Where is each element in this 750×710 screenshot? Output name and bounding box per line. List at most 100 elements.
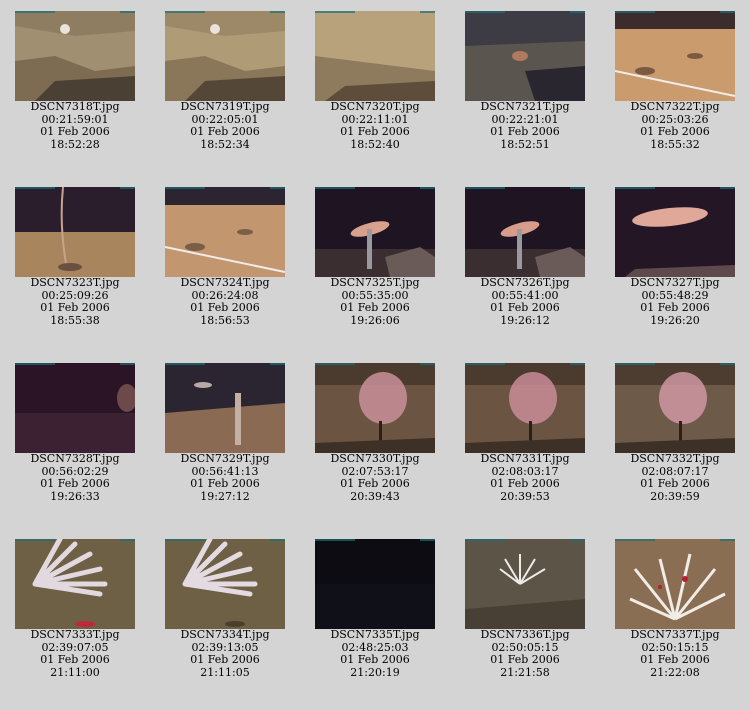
thumbnail-date: 01 Feb 2006 [340, 477, 410, 490]
thumbnail-cell: DSCN7325T.jpg 00:55:35:00 01 Feb 2006 19:26… [300, 187, 450, 327]
thumbnail-cell: DSCN7319T.jpg 00:22:05:01 01 Feb 2006 18:52… [150, 11, 300, 151]
thumbnail-cell: DSCN7335T.jpg 02:48:25:03 01 Feb 2006 21:20… [300, 539, 450, 679]
thumbnail-filename: DSCN7322T.jpg [630, 100, 720, 113]
thumbnail-caption: DSCN7318T.jpg 00:21:59:01 01 Feb 2006 18:52… [0, 100, 150, 151]
thumbnail-filename: DSCN7321T.jpg [480, 100, 570, 113]
thumbnail-time: 18:52:40 [350, 137, 400, 151]
thumbnail-caption: DSCN7326T.jpg 00:55:41:00 01 Feb 2006 19:26… [450, 276, 600, 327]
thumbnail-cell: DSCN7324T.jpg 00:26:24:08 01 Feb 2006 18:56… [150, 187, 300, 327]
thumbnail-time: 21:22:08 [650, 665, 700, 679]
thumbnail-cell: DSCN7331T.jpg 02:08:03:17 01 Feb 2006 20:39… [450, 363, 600, 503]
thumbnail-cell: DSCN7336T.jpg 02:50:05:15 01 Feb 2006 21:21… [450, 539, 600, 679]
thumbnail-cell: DSCN7322T.jpg 00:25:03:26 01 Feb 2006 18:55… [600, 11, 750, 151]
thumbnail-image[interactable] [615, 187, 735, 277]
thumbnail-image[interactable] [315, 187, 435, 277]
thumbnail-filename: DSCN7327T.jpg [630, 276, 720, 289]
thumbnail-image[interactable] [315, 11, 435, 101]
thumbnail-cell: DSCN7326T.jpg 00:55:41:00 01 Feb 2006 19:26… [450, 187, 600, 327]
thumbnail-time: 18:52:51 [500, 137, 550, 151]
thumbnail-date: 01 Feb 2006 [490, 653, 560, 666]
thumbnail-filename: DSCN7329T.jpg [180, 452, 270, 465]
thumbnail-filename: DSCN7334T.jpg [180, 628, 270, 641]
thumbnail-image[interactable] [615, 363, 735, 453]
thumbnail-date: 01 Feb 2006 [40, 301, 110, 314]
thumbnail-filename: DSCN7319T.jpg [180, 100, 270, 113]
thumbnail-date: 01 Feb 2006 [190, 301, 260, 314]
thumbnail-cell: DSCN7323T.jpg 00:25:09:26 01 Feb 2006 18:55… [0, 187, 150, 327]
thumbnail-filename: DSCN7323T.jpg [30, 276, 120, 289]
thumbnail-filename: DSCN7320T.jpg [330, 100, 420, 113]
thumbnail-time: 20:39:53 [500, 489, 550, 503]
thumbnail-time: 18:56:53 [200, 313, 250, 327]
thumbnail-date: 01 Feb 2006 [490, 301, 560, 314]
thumbnail-image[interactable] [465, 539, 585, 629]
thumbnail-image[interactable] [465, 187, 585, 277]
thumbnail-image[interactable] [165, 11, 285, 101]
thumbnail-filename: DSCN7330T.jpg [330, 452, 420, 465]
thumbnail-cell: DSCN7321T.jpg 00:22:21:01 01 Feb 2006 18:52… [450, 11, 600, 151]
thumbnail-date: 01 Feb 2006 [40, 653, 110, 666]
thumbnail-caption: DSCN7334T.jpg 02:39:13:05 01 Feb 2006 21:11… [150, 628, 300, 679]
thumbnail-time: 19:27:12 [200, 489, 250, 503]
thumbnail-date: 01 Feb 2006 [190, 653, 260, 666]
thumbnail-date: 01 Feb 2006 [640, 301, 710, 314]
thumbnail-image[interactable] [15, 187, 135, 277]
thumbnail-time: 18:55:38 [50, 313, 100, 327]
thumbnail-filename: DSCN7324T.jpg [180, 276, 270, 289]
thumbnail-caption: DSCN7336T.jpg 02:50:05:15 01 Feb 2006 21:21… [450, 628, 600, 679]
thumbnail-filename: DSCN7328T.jpg [30, 452, 120, 465]
thumbnail-image[interactable] [615, 11, 735, 101]
thumbnail-image[interactable] [165, 363, 285, 453]
thumbnail-filename: DSCN7335T.jpg [330, 628, 420, 641]
thumbnail-image[interactable] [165, 539, 285, 629]
thumbnail-filename: DSCN7326T.jpg [480, 276, 570, 289]
thumbnail-time: 19:26:06 [350, 313, 400, 327]
thumbnail-grid: DSCN7318T.jpg 00:21:59:01 01 Feb 2006 18:52… [0, 0, 750, 710]
thumbnail-cell: DSCN7334T.jpg 02:39:13:05 01 Feb 2006 21:11… [150, 539, 300, 679]
thumbnail-date: 01 Feb 2006 [40, 477, 110, 490]
thumbnail-date: 01 Feb 2006 [190, 477, 260, 490]
thumbnail-image[interactable] [465, 11, 585, 101]
thumbnail-caption: DSCN7330T.jpg 02:07:53:17 01 Feb 2006 20:39… [300, 452, 450, 503]
thumbnail-caption: DSCN7323T.jpg 00:25:09:26 01 Feb 2006 18:55… [0, 276, 150, 327]
thumbnail-image[interactable] [15, 11, 135, 101]
thumbnail-caption: DSCN7332T.jpg 02:08:07:17 01 Feb 2006 20:39… [600, 452, 750, 503]
thumbnail-cell: DSCN7330T.jpg 02:07:53:17 01 Feb 2006 20:39… [300, 363, 450, 503]
thumbnail-date: 01 Feb 2006 [640, 477, 710, 490]
thumbnail-time: 21:21:58 [500, 665, 550, 679]
thumbnail-image[interactable] [15, 363, 135, 453]
thumbnail-caption: DSCN7321T.jpg 00:22:21:01 01 Feb 2006 18:52… [450, 100, 600, 151]
thumbnail-date: 01 Feb 2006 [340, 301, 410, 314]
thumbnail-filename: DSCN7318T.jpg [30, 100, 120, 113]
thumbnail-time: 18:52:34 [200, 137, 250, 151]
thumbnail-caption: DSCN7325T.jpg 00:55:35:00 01 Feb 2006 19:26… [300, 276, 450, 327]
thumbnail-time: 19:26:33 [50, 489, 100, 503]
thumbnail-time: 21:11:05 [200, 665, 250, 679]
thumbnail-image[interactable] [15, 539, 135, 629]
thumbnail-date: 01 Feb 2006 [490, 477, 560, 490]
thumbnail-image[interactable] [465, 363, 585, 453]
thumbnail-time: 18:52:28 [50, 137, 100, 151]
thumbnail-time: 19:26:12 [500, 313, 550, 327]
thumbnail-filename: DSCN7332T.jpg [630, 452, 720, 465]
thumbnail-caption: DSCN7328T.jpg 00:56:02:29 01 Feb 2006 19:26… [0, 452, 150, 503]
thumbnail-time: 21:11:00 [50, 665, 100, 679]
thumbnail-image[interactable] [315, 363, 435, 453]
thumbnail-caption: DSCN7337T.jpg 02:50:15:15 01 Feb 2006 21:22… [600, 628, 750, 679]
thumbnail-date: 01 Feb 2006 [640, 125, 710, 138]
thumbnail-cell: DSCN7332T.jpg 02:08:07:17 01 Feb 2006 20:39… [600, 363, 750, 503]
thumbnail-image[interactable] [165, 187, 285, 277]
thumbnail-cell: DSCN7329T.jpg 00:56:41:13 01 Feb 2006 19:27… [150, 363, 300, 503]
thumbnail-caption: DSCN7331T.jpg 02:08:03:17 01 Feb 2006 20:39… [450, 452, 600, 503]
thumbnail-time: 20:39:59 [650, 489, 700, 503]
thumbnail-caption: DSCN7333T.jpg 02:39:07:05 01 Feb 2006 21:11… [0, 628, 150, 679]
thumbnail-date: 01 Feb 2006 [340, 125, 410, 138]
thumbnail-cell: DSCN7320T.jpg 00:22:11:01 01 Feb 2006 18:52… [300, 11, 450, 151]
thumbnail-date: 01 Feb 2006 [490, 125, 560, 138]
thumbnail-date: 01 Feb 2006 [190, 125, 260, 138]
thumbnail-caption: DSCN7335T.jpg 02:48:25:03 01 Feb 2006 21:20… [300, 628, 450, 679]
thumbnail-image[interactable] [615, 539, 735, 629]
thumbnail-image[interactable] [315, 539, 435, 629]
thumbnail-caption: DSCN7322T.jpg 00:25:03:26 01 Feb 2006 18:55… [600, 100, 750, 151]
thumbnail-caption: DSCN7327T.jpg 00:55:48:29 01 Feb 2006 19:26… [600, 276, 750, 327]
